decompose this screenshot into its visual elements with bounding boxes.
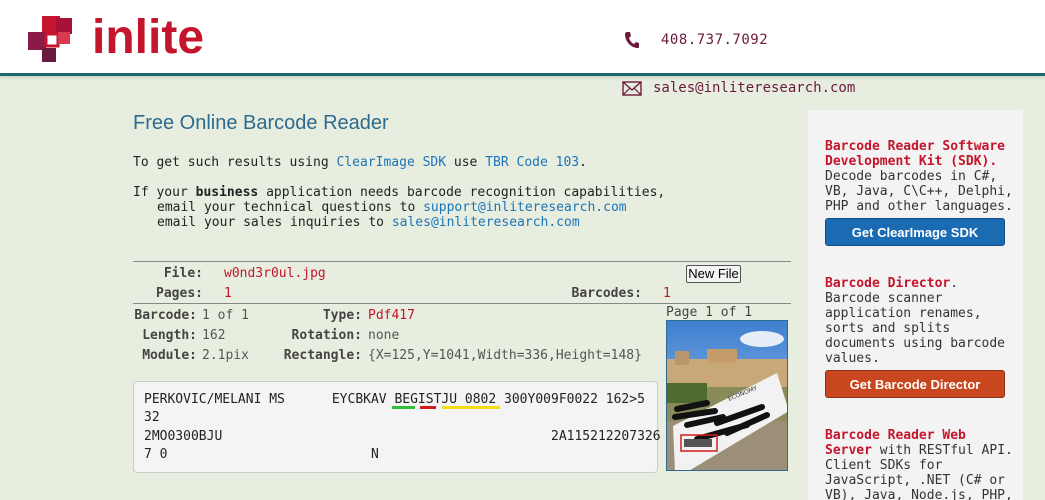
rotation-label: Rotation:: [291, 328, 362, 343]
site-header: inlite 408.737.7092: [0, 0, 1045, 76]
intro-text: .: [579, 155, 587, 170]
boarding-pass-photo-icon: ECONOMY: [667, 321, 787, 470]
sdk-description: Decode barcodes in C#, VB, Java, C\C++, …: [825, 169, 1013, 214]
email-link[interactable]: sales@inliteresearch.com: [653, 80, 855, 96]
director-heading[interactable]: Barcode Director.: [825, 276, 1020, 291]
rectangle-label: Rectangle:: [283, 348, 362, 363]
intro-line-1: To get such results using ClearImage SDK…: [133, 155, 587, 170]
director-description: Barcode scanner application renames, sor…: [825, 291, 1006, 366]
decoded-text-box[interactable]: PERKOVIC/MELANI MS EYCBKAV BEGISTJU 0802…: [133, 381, 661, 473]
phone-icon: [625, 32, 639, 48]
type-label: Type:: [322, 308, 362, 323]
intro-bold: business: [195, 185, 259, 200]
module-value: 2.1pix: [202, 348, 249, 363]
support-email-link[interactable]: support@inliteresearch.com: [423, 200, 627, 215]
phone-number[interactable]: 408.737.7092: [661, 32, 768, 48]
new-file-button[interactable]: New File: [686, 265, 741, 283]
page-title: Free Online Barcode Reader: [133, 112, 389, 134]
page-caption: Page 1 of 1: [666, 305, 753, 320]
logo-text[interactable]: inlite: [92, 10, 204, 65]
file-name: w0nd3r0ul.jpg: [224, 266, 326, 281]
intro-text: application needs barcode recognition ca…: [258, 185, 666, 200]
highlight-green: [392, 406, 415, 409]
sdk-heading[interactable]: Barcode Reader Software Development Kit …: [825, 139, 1020, 169]
decoded-line-4: 7 0 N: [144, 447, 379, 462]
pages-value: 1: [224, 286, 232, 301]
length-value: 162: [202, 328, 226, 343]
intro-text: email your sales inquiries to: [157, 215, 392, 230]
intro-text: To get such results using: [133, 155, 337, 170]
pages-label: Pages:: [156, 286, 203, 301]
type-value: Pdf417: [368, 308, 415, 323]
file-label: File:: [163, 266, 203, 281]
rotation-value: none: [368, 328, 400, 343]
decoded-line-3: 2MO0300BJU 2A115212207326: [144, 429, 661, 444]
highlight-yellow: [442, 406, 500, 409]
decoded-line-1: PERKOVIC/MELANI MS EYCBKAV BEGISTJU 0802…: [144, 392, 645, 407]
page-thumbnail[interactable]: ECONOMY: [666, 320, 788, 471]
barcode-label: Barcode:: [134, 308, 197, 323]
intro-line-2: If your business application needs barco…: [133, 185, 665, 200]
decoded-line-2: 32: [144, 410, 160, 425]
intro-text: If your: [133, 185, 196, 200]
barcode-value: 1 of 1: [202, 308, 249, 323]
sales-email-link[interactable]: sales@inliteresearch.com: [392, 215, 580, 230]
sidebar: Barcode Reader Software Development Kit …: [808, 110, 1023, 500]
tbr-code-link[interactable]: TBR Code 103: [485, 155, 579, 170]
inlite-logo-icon[interactable]: [28, 16, 74, 62]
director-heading-text: Barcode Director: [825, 276, 951, 291]
get-barcode-director-button[interactable]: Get Barcode Director: [825, 370, 1005, 398]
intro-line-4: email your sales inquiries to sales@inli…: [157, 215, 580, 230]
module-label: Module:: [142, 348, 197, 363]
get-clearimage-sdk-button[interactable]: Get ClearImage SDK: [825, 218, 1005, 246]
intro-text: email your technical questions to: [157, 200, 424, 215]
highlight-red: [420, 406, 436, 409]
intro-text: use: [446, 155, 486, 170]
barcodes-value: 1: [663, 286, 671, 301]
mail-icon: [622, 81, 642, 96]
intro-line-3: email your technical questions to suppor…: [157, 200, 627, 215]
web-server-block: Barcode Reader Web Server with RESTful A…: [825, 428, 1020, 500]
barcodes-label: Barcodes:: [571, 286, 642, 301]
rectangle-value: {X=125,Y=1041,Width=336,Height=148}: [368, 348, 642, 363]
clearimage-sdk-link[interactable]: ClearImage SDK: [337, 155, 447, 170]
length-label: Length:: [142, 328, 197, 343]
